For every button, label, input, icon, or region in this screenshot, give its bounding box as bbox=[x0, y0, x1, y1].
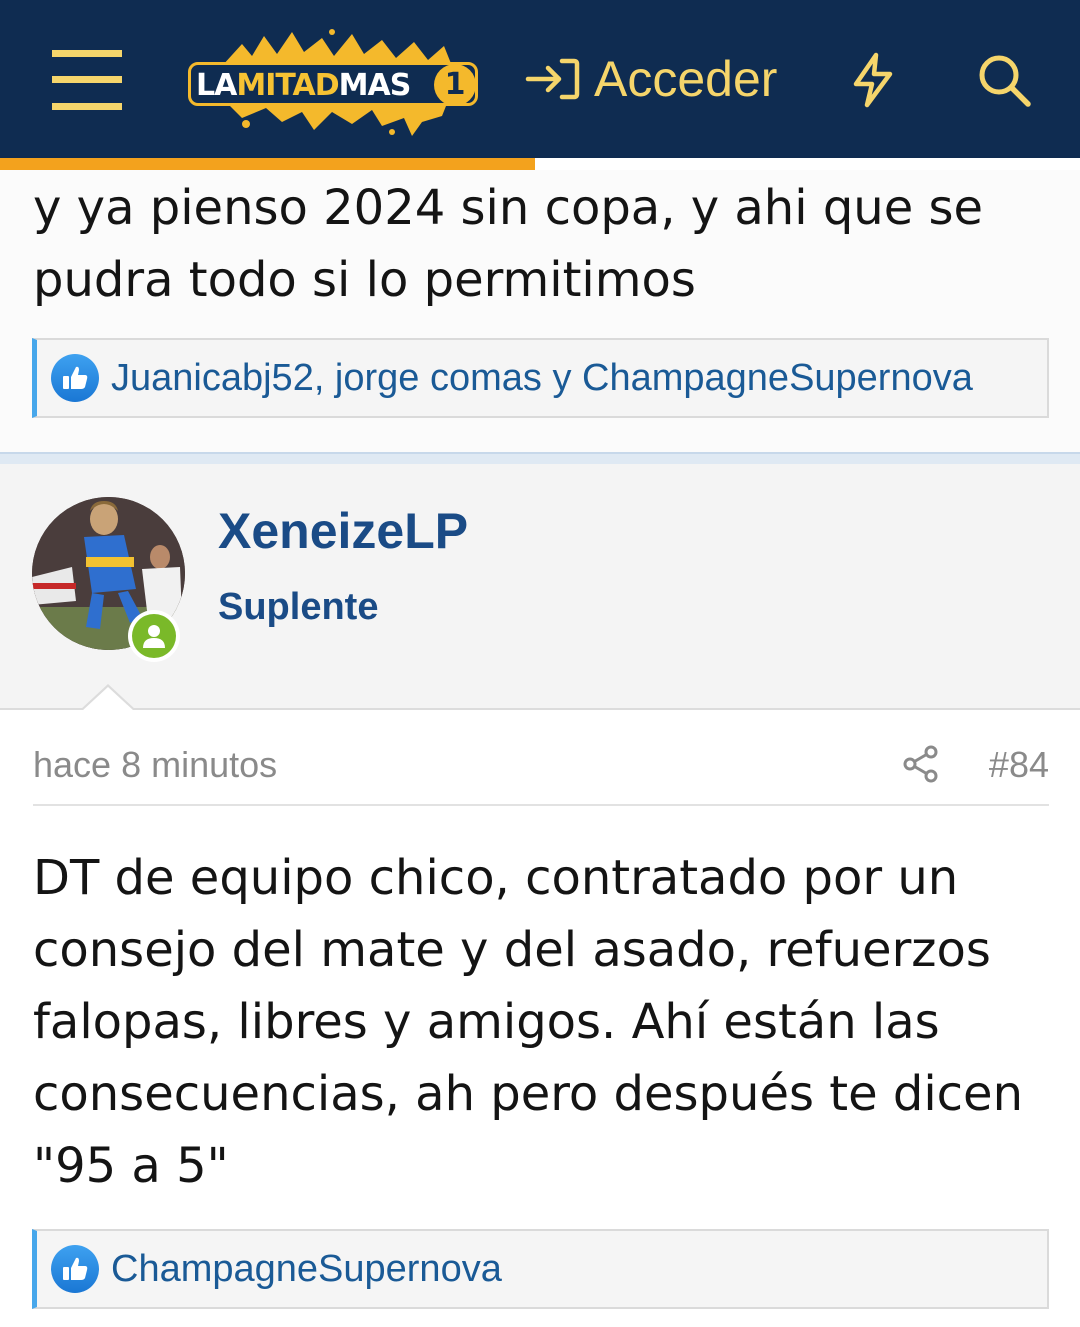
previous-post-reactions-bar[interactable]: Juanicabj52, jorge comas y ChampagneSupe… bbox=[32, 338, 1049, 418]
post-divider bbox=[0, 452, 1080, 464]
bolt-icon[interactable] bbox=[850, 52, 896, 108]
search-icon[interactable] bbox=[976, 52, 1032, 108]
post-username[interactable]: XeneizeLP bbox=[218, 502, 468, 560]
logo-wordmark: LAMITADMAS bbox=[196, 68, 411, 103]
post-timestamp[interactable]: hace 8 minutos bbox=[33, 744, 277, 786]
login-button[interactable]: Acceder bbox=[524, 44, 777, 114]
like-icon bbox=[51, 354, 99, 402]
post-reaction-users[interactable]: ChampagneSupernova bbox=[111, 1248, 502, 1291]
reading-progress-fill bbox=[0, 158, 535, 170]
login-label: Acceder bbox=[594, 51, 778, 107]
top-navigation-bar: LAMITADMAS 1 Acceder bbox=[0, 0, 1080, 158]
like-icon bbox=[51, 1245, 99, 1293]
menu-hamburger-icon[interactable] bbox=[52, 50, 122, 110]
site-logo[interactable]: LAMITADMAS 1 bbox=[182, 26, 488, 138]
previous-post-reaction-users[interactable]: Juanicabj52, jorge comas y ChampagneSupe… bbox=[111, 357, 973, 400]
previous-post-body: y ya pienso 2024 sin copa, y ahi que se … bbox=[33, 180, 984, 308]
post-user-block: XeneizeLP Suplente bbox=[0, 464, 1080, 710]
previous-post: y ya pienso 2024 sin copa, y ahi que se … bbox=[0, 170, 1080, 452]
sign-in-icon bbox=[525, 58, 580, 100]
post-meta-bar: hace 8 minutos #84 bbox=[33, 740, 1049, 806]
post-body: DT de equipo chico, contratado por un co… bbox=[33, 850, 1023, 1194]
logo-number: 1 bbox=[434, 64, 476, 106]
post-user-title: Suplente bbox=[218, 586, 379, 628]
post-number-link[interactable]: #84 bbox=[989, 744, 1049, 786]
message-arrow bbox=[80, 684, 136, 711]
user-online-icon bbox=[132, 614, 176, 658]
post-reactions-bar[interactable]: ChampagneSupernova bbox=[32, 1229, 1049, 1309]
share-icon[interactable] bbox=[901, 744, 941, 784]
reading-progress-bar bbox=[0, 158, 1080, 170]
online-status-badge bbox=[128, 610, 180, 662]
